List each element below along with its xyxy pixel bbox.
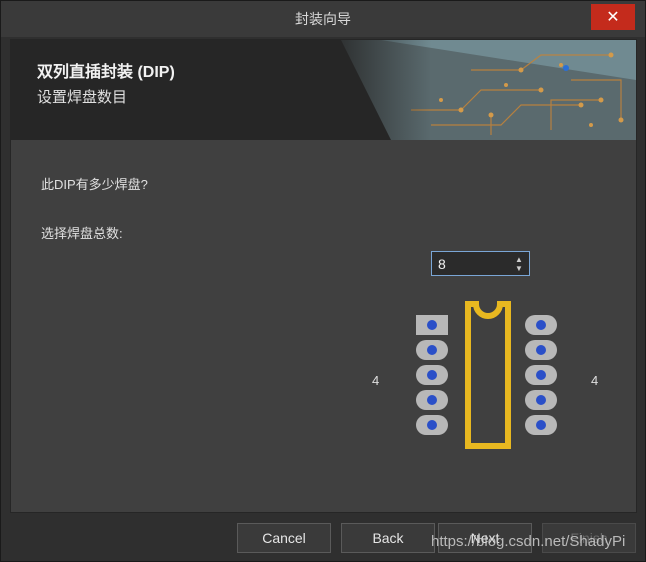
ic-body-outline: [465, 301, 511, 449]
spin-arrows: ▲ ▼: [512, 255, 526, 273]
finish-button[interactable]: Finish: [542, 523, 636, 553]
left-pad-count: 4: [372, 373, 380, 388]
title-bar[interactable]: 封装向导 ✕: [1, 1, 645, 37]
right-pad-count: 4: [591, 373, 599, 388]
pad-total-label: 选择焊盘总数:: [41, 226, 123, 241]
left-pads: [416, 315, 448, 435]
pad-count-spinbox[interactable]: 8 ▲ ▼: [431, 251, 530, 276]
window-title: 封装向导: [295, 11, 351, 27]
banner-subtitle: 设置焊盘数目: [37, 89, 128, 106]
spin-down-icon[interactable]: ▼: [515, 264, 523, 273]
dip-footprint-preview: [416, 301, 557, 449]
spin-up-icon[interactable]: ▲: [515, 255, 523, 264]
close-icon: ✕: [606, 9, 620, 26]
dialog-window: 封装向导 ✕ 双列直插封装 (DIP) 设置焊盘数目 此DIP有多少焊盘? 选择…: [0, 0, 646, 562]
pcb-banner-image: [321, 40, 636, 140]
banner-title: 双列直插封装 (DIP): [37, 64, 175, 81]
wizard-footer: Cancel Back Next Finish: [1, 513, 645, 561]
next-button[interactable]: Next: [438, 523, 532, 553]
cancel-button[interactable]: Cancel: [237, 523, 331, 553]
pad-count-question: 此DIP有多少焊盘?: [41, 177, 148, 192]
back-button[interactable]: Back: [341, 523, 435, 553]
pad-count-value[interactable]: 8: [432, 256, 512, 272]
close-button[interactable]: ✕: [591, 4, 635, 30]
wizard-panel: 双列直插封装 (DIP) 设置焊盘数目 此DIP有多少焊盘? 选择焊盘总数: 8…: [10, 39, 637, 513]
right-pads: [525, 315, 557, 435]
wizard-banner: 双列直插封装 (DIP) 设置焊盘数目: [11, 40, 636, 140]
